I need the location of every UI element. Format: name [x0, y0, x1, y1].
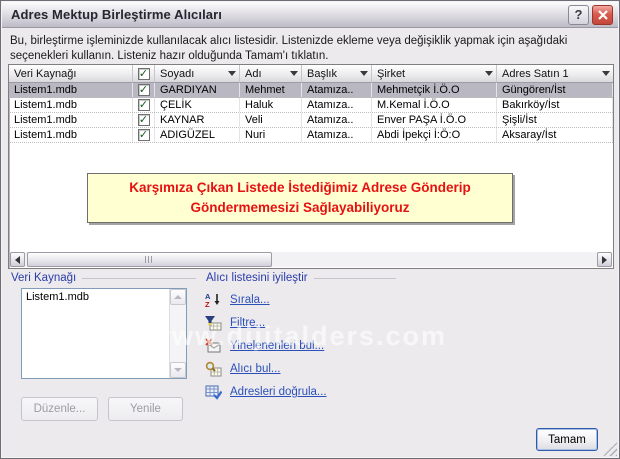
chevron-down-icon[interactable]: [228, 71, 236, 76]
cell-last-name: GARDIYAN: [155, 83, 240, 97]
find-duplicates-icon: [205, 338, 222, 354]
dialog-description: Bu, birleştirme işleminizde kullanılacak…: [10, 35, 568, 62]
table-row[interactable]: Listem1.mdb ✓ GARDIYAN Mehmet Atamıza.. …: [9, 83, 613, 98]
resize-grip-icon[interactable]: [603, 442, 617, 456]
close-button[interactable]: [592, 4, 613, 25]
help-button[interactable]: ?: [568, 4, 589, 25]
cell-title: Atamıza..: [302, 98, 372, 112]
divider: [313, 277, 396, 279]
arrow-left-icon: [15, 255, 20, 264]
cell-address: Aksaray/İst: [497, 128, 613, 142]
refine-list-label: Alıcı listesini iyileştir: [206, 272, 308, 284]
column-header-include-checkbox[interactable]: ✓: [133, 65, 155, 83]
cell-include[interactable]: ✓: [133, 113, 155, 127]
cell-company: Abdi İpekçi İ:Ö:O: [372, 128, 497, 142]
column-header-address-line-1[interactable]: Adres Satın 1: [497, 65, 613, 83]
column-header-data-source[interactable]: Veri Kaynağı: [9, 65, 133, 83]
cell-company: Enver PAŞA İ.Ö.O: [372, 113, 497, 127]
cell-title: Atamıza..: [302, 128, 372, 142]
cell-last-name: ÇELİK: [155, 98, 240, 112]
column-header-title[interactable]: Başlık: [302, 65, 372, 83]
cell-first-name: Nuri: [240, 128, 302, 142]
close-icon: [597, 9, 608, 20]
scroll-down-button[interactable]: [170, 362, 186, 378]
divider: [82, 277, 196, 279]
grip-icon: [145, 256, 154, 263]
checkbox-checked-icon[interactable]: ✓: [137, 99, 150, 111]
chevron-down-icon[interactable]: [290, 71, 298, 76]
cell-last-name: KAYNAR: [155, 113, 240, 127]
validate-addresses-icon: [205, 384, 222, 400]
checkbox-checked-icon[interactable]: ✓: [137, 114, 150, 126]
filter-link[interactable]: Filtre...: [205, 315, 265, 331]
column-header-company[interactable]: Şirket: [372, 65, 497, 83]
cell-data-source: Listem1.mdb: [9, 98, 133, 112]
column-header-first-name[interactable]: Adı: [240, 65, 302, 83]
cell-company: M.Kemal İ.Ö.O: [372, 98, 497, 112]
cell-data-source: Listem1.mdb: [9, 128, 133, 142]
cell-data-source: Listem1.mdb: [9, 113, 133, 127]
arrow-down-icon: [174, 368, 182, 372]
mail-merge-recipients-dialog: Adres Mektup Birleştirme Alıcıları ? Bu,…: [0, 0, 620, 459]
table-row[interactable]: Listem1.mdb ✓ KAYNAR Veli Atamıza.. Enve…: [9, 113, 613, 128]
sort-link[interactable]: A Z Sırala...: [205, 292, 270, 308]
arrow-up-icon: [174, 295, 182, 299]
cell-last-name: ADIGÜZEL: [155, 128, 240, 142]
annotation-callout: Karşımıza Çıkan Listede İstediğimiz Adre…: [87, 173, 513, 223]
edit-button[interactable]: Düzenle...: [21, 397, 98, 421]
chevron-down-icon[interactable]: [360, 71, 368, 76]
title-bar: Adres Mektup Birleştirme Alıcıları ?: [2, 2, 618, 28]
data-source-label: Veri Kaynağı: [11, 272, 77, 284]
scroll-up-button[interactable]: [170, 289, 186, 305]
validate-addresses-link[interactable]: Adresleri doğrula...: [205, 384, 327, 400]
scrollbar-track[interactable]: [25, 252, 597, 267]
cell-first-name: Mehmet: [240, 83, 302, 97]
cell-first-name: Haluk: [240, 98, 302, 112]
table-header-row: Veri Kaynağı ✓ Soyadı Adı Başlık Şirket …: [9, 65, 613, 83]
svg-text:Z: Z: [205, 300, 210, 308]
list-item[interactable]: Listem1.mdb: [26, 291, 169, 303]
scroll-right-button[interactable]: [597, 252, 612, 267]
cell-include[interactable]: ✓: [133, 98, 155, 112]
find-recipient-icon: [205, 361, 222, 377]
cell-data-source: Listem1.mdb: [9, 83, 133, 97]
data-source-group-header: Veri Kaynağı: [11, 272, 196, 284]
cell-address: Güngören/İst: [497, 83, 613, 97]
cell-first-name: Veli: [240, 113, 302, 127]
table-row[interactable]: Listem1.mdb ✓ ÇELİK Haluk Atamıza.. M.Ke…: [9, 98, 613, 113]
find-duplicates-link[interactable]: Yinelenenleri bul...: [205, 338, 324, 354]
refine-group-header: Alıcı listesini iyileştir: [206, 272, 396, 284]
scroll-left-button[interactable]: [10, 252, 25, 267]
cell-title: Atamıza..: [302, 113, 372, 127]
cell-include[interactable]: ✓: [133, 128, 155, 142]
find-recipient-link[interactable]: Alıcı bul...: [205, 361, 281, 377]
scrollbar-thumb[interactable]: [27, 252, 272, 267]
cell-address: Şişli/İst: [497, 113, 613, 127]
filter-icon: [205, 315, 222, 331]
table-row[interactable]: Listem1.mdb ✓ ADIGÜZEL Nuri Atamıza.. Ab…: [9, 128, 613, 143]
arrow-right-icon: [602, 255, 607, 264]
chevron-down-icon[interactable]: [485, 71, 493, 76]
horizontal-scrollbar[interactable]: [10, 252, 612, 267]
data-source-listbox[interactable]: Listem1.mdb: [21, 288, 187, 379]
cell-company: Mehmetçik İ.Ö.O: [372, 83, 497, 97]
listbox-vertical-scrollbar[interactable]: [169, 289, 186, 378]
sort-az-icon: A Z: [205, 292, 222, 308]
cell-address: Bakırköy/İst: [497, 98, 613, 112]
refresh-button[interactable]: Yenile: [108, 397, 183, 421]
checkbox-checked-icon[interactable]: ✓: [137, 84, 150, 96]
question-mark-icon: ?: [574, 7, 583, 22]
cell-title: Atamıza..: [302, 83, 372, 97]
window-title: Adres Mektup Birleştirme Alıcıları: [11, 7, 222, 22]
cell-include[interactable]: ✓: [133, 83, 155, 97]
chevron-down-icon[interactable]: [602, 71, 610, 76]
checkbox-checked-icon[interactable]: ✓: [137, 67, 150, 80]
checkbox-checked-icon[interactable]: ✓: [137, 129, 150, 141]
ok-button[interactable]: Tamam: [536, 428, 598, 451]
column-header-last-name[interactable]: Soyadı: [155, 65, 240, 83]
recipients-table: Veri Kaynağı ✓ Soyadı Adı Başlık Şirket …: [8, 64, 614, 269]
